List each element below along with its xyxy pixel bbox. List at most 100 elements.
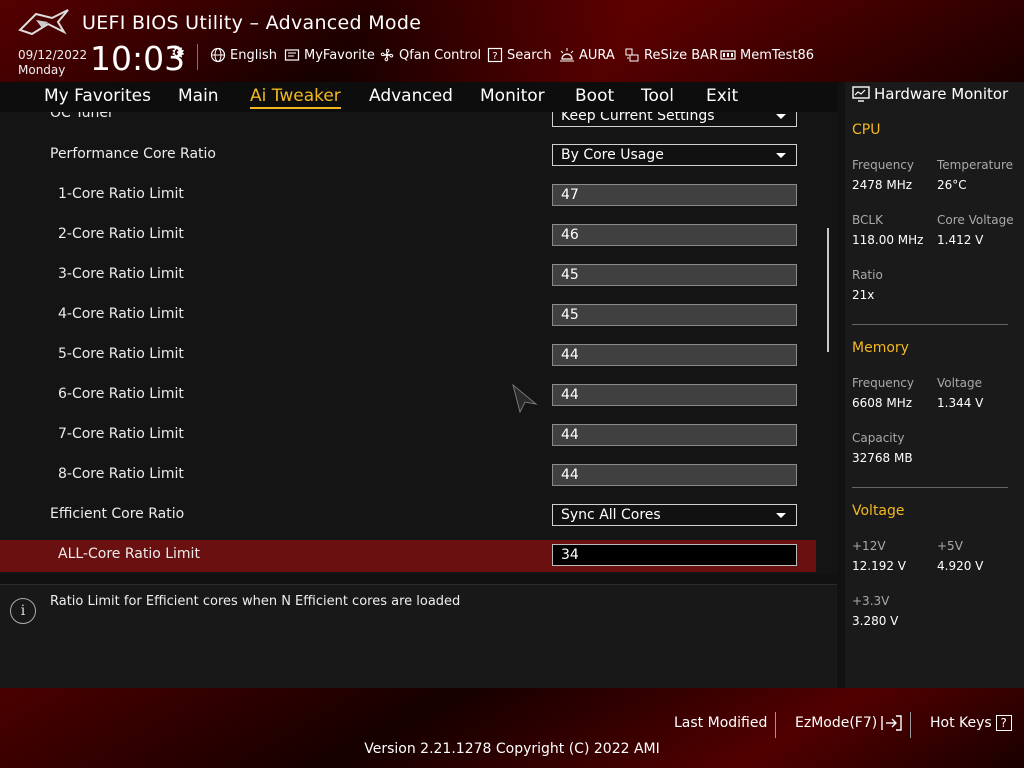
hw-divider bbox=[852, 324, 1008, 325]
info-icon: i bbox=[10, 598, 36, 624]
core-limit-label: 6-Core Ratio Limit bbox=[58, 386, 184, 402]
all-core-limit-label: ALL-Core Ratio Limit bbox=[58, 546, 200, 562]
search-icon: ? bbox=[487, 47, 503, 63]
hardware-monitor-title: Hardware Monitor bbox=[852, 85, 1008, 103]
qfan-label: Qfan Control bbox=[399, 47, 482, 63]
core-limit-field[interactable]: 45 bbox=[552, 304, 797, 326]
tab-boot[interactable]: Boot bbox=[575, 86, 614, 106]
oc-tuner-dropdown[interactable]: Keep Current Settings bbox=[552, 112, 797, 127]
help-text: Ratio Limit for Efficient cores when N E… bbox=[50, 594, 461, 609]
core-limit-field[interactable]: 44 bbox=[552, 464, 797, 486]
memory-voltage-value: 1.344 V bbox=[937, 396, 984, 410]
aura-icon bbox=[560, 48, 574, 62]
core-limit-field[interactable]: 44 bbox=[552, 344, 797, 366]
performance-core-ratio-label: Performance Core Ratio bbox=[50, 146, 216, 162]
ratio-value: 21x bbox=[852, 288, 875, 302]
svg-text:?: ? bbox=[492, 51, 497, 62]
core-limit-field[interactable]: 46 bbox=[552, 224, 797, 246]
performance-core-ratio-dropdown[interactable]: By Core Usage bbox=[552, 144, 797, 166]
core-limit-label: 7-Core Ratio Limit bbox=[58, 426, 184, 442]
v33-value: 3.280 V bbox=[852, 614, 899, 628]
chevron-down-icon bbox=[776, 114, 786, 119]
bclk-value: 118.00 MHz bbox=[852, 233, 924, 247]
tab-advanced[interactable]: Advanced bbox=[369, 86, 453, 106]
core-voltage-value: 1.412 V bbox=[937, 233, 984, 247]
v5-value: 4.920 V bbox=[937, 559, 984, 573]
cpu-heading: CPU bbox=[852, 122, 881, 138]
core-limit-label: 3-Core Ratio Limit bbox=[58, 266, 184, 282]
ezmode-button[interactable]: EzMode(F7) bbox=[795, 715, 903, 731]
core-limit-label: 5-Core Ratio Limit bbox=[58, 346, 184, 362]
resize-bar-button[interactable]: ReSize BAR bbox=[624, 47, 718, 63]
v12-value: 12.192 V bbox=[852, 559, 907, 573]
core-limit-field[interactable]: 44 bbox=[552, 424, 797, 446]
tab-main[interactable]: Main bbox=[178, 86, 219, 106]
core-limit-field[interactable]: 47 bbox=[552, 184, 797, 206]
footer-divider bbox=[775, 712, 776, 738]
efficient-core-ratio-dropdown[interactable]: Sync All Cores bbox=[552, 504, 797, 526]
oc-tuner-value: Keep Current Settings bbox=[561, 112, 715, 124]
voltage-heading: Voltage bbox=[852, 503, 905, 519]
qfan-control-button[interactable]: Qfan Control bbox=[379, 47, 481, 63]
search-button[interactable]: ? Search bbox=[487, 47, 552, 63]
efficient-core-ratio-label: Efficient Core Ratio bbox=[50, 506, 185, 522]
date-text: 09/12/2022 bbox=[18, 48, 88, 62]
core-limit-label: 4-Core Ratio Limit bbox=[58, 306, 184, 322]
resize-bar-label: ReSize BAR bbox=[644, 47, 719, 63]
memtest-label: MemTest86 bbox=[740, 47, 815, 63]
last-modified-label: Last Modified bbox=[674, 715, 768, 731]
bclk-label: BCLK bbox=[852, 213, 883, 227]
chevron-down-icon bbox=[776, 513, 786, 518]
language-button[interactable]: English bbox=[210, 47, 277, 63]
tab-exit[interactable]: Exit bbox=[706, 86, 738, 106]
tab-monitor[interactable]: Monitor bbox=[480, 86, 545, 106]
myfavorite-label: MyFavorite bbox=[304, 47, 375, 63]
last-modified-button[interactable]: Last Modified bbox=[674, 715, 767, 731]
aura-button[interactable]: AURA bbox=[559, 47, 615, 63]
hot-keys-label: Hot Keys bbox=[930, 715, 992, 731]
resize-bar-icon bbox=[625, 48, 639, 62]
search-label: Search bbox=[507, 47, 552, 63]
oc-tuner-label: OC Tuner bbox=[50, 112, 114, 121]
aura-label: AURA bbox=[579, 47, 615, 63]
core-limit-label: 2-Core Ratio Limit bbox=[58, 226, 184, 242]
v12-label: +12V bbox=[852, 539, 886, 553]
core-voltage-label: Core Voltage bbox=[937, 213, 1014, 227]
all-core-limit-field[interactable]: 34 bbox=[552, 544, 797, 566]
oc-tuner-row[interactable]: OC Tuner Keep Current Settings bbox=[0, 112, 816, 128]
gear-icon[interactable]: ⚙ bbox=[171, 43, 185, 62]
tab-tool[interactable]: Tool bbox=[641, 86, 674, 106]
cpu-temperature-value: 26°C bbox=[937, 178, 967, 192]
scrollbar-thumb[interactable] bbox=[827, 228, 829, 352]
performance-core-ratio-value: By Core Usage bbox=[561, 147, 664, 163]
mouse-cursor-icon bbox=[512, 384, 538, 414]
header-divider bbox=[197, 44, 198, 70]
footer-divider bbox=[910, 712, 911, 738]
date-display: 09/12/2022 Monday bbox=[18, 48, 87, 78]
tab-my-favorites[interactable]: My Favorites bbox=[44, 86, 151, 106]
efficient-core-ratio-value: Sync All Cores bbox=[561, 507, 661, 523]
memtest-button[interactable]: MemTest86 bbox=[720, 47, 814, 63]
v33-label: +3.3V bbox=[852, 594, 890, 608]
fan-icon bbox=[380, 48, 394, 62]
ratio-label: Ratio bbox=[852, 268, 883, 282]
core-limit-label: 8-Core Ratio Limit bbox=[58, 466, 184, 482]
core-limit-field[interactable]: 44 bbox=[552, 384, 797, 406]
favorite-icon bbox=[284, 49, 300, 61]
hot-keys-button[interactable]: Hot Keys ? bbox=[930, 715, 1012, 731]
memory-voltage-label: Voltage bbox=[937, 376, 983, 390]
chevron-down-icon bbox=[776, 153, 786, 158]
question-key-icon: ? bbox=[995, 715, 1012, 731]
cpu-temperature-label: Temperature bbox=[937, 158, 1014, 172]
memtest-icon bbox=[720, 50, 736, 60]
core-limit-field[interactable]: 45 bbox=[552, 264, 797, 286]
myfavorite-button[interactable]: MyFavorite bbox=[284, 47, 375, 63]
app-title: UEFI BIOS Utility – Advanced Mode bbox=[82, 12, 422, 34]
core-limit-label: 1-Core Ratio Limit bbox=[58, 186, 184, 202]
tab-ai-tweaker[interactable]: Ai Tweaker bbox=[250, 86, 341, 109]
capacity-value: 32768 MB bbox=[852, 451, 913, 465]
globe-icon bbox=[210, 47, 226, 63]
cpu-frequency-value: 2478 MHz bbox=[852, 178, 913, 192]
version-text: Version 2.21.1278 Copyright (C) 2022 AMI bbox=[364, 741, 660, 757]
language-label: English bbox=[230, 47, 277, 63]
